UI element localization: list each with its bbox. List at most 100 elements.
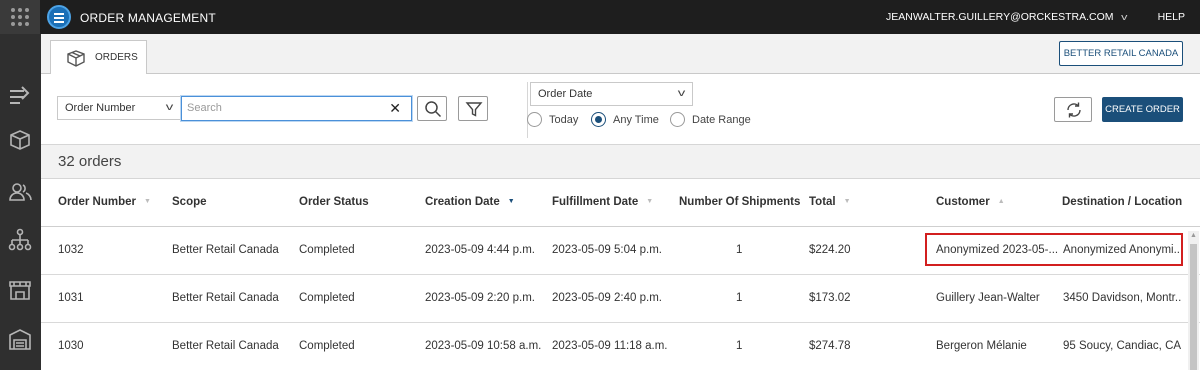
column-header-number-of-shipments: Number Of Shipments (679, 196, 800, 208)
radio-button-selected (591, 112, 606, 127)
highlight-box (925, 233, 1183, 266)
table-header: Order Number ▼ Scope Order Status Creatio… (41, 179, 1200, 227)
cell-status: Completed (299, 244, 355, 256)
cell-fulfillment-date: 2023-05-09 2:40 p.m. (552, 292, 662, 304)
table-row[interactable]: 1030 Better Retail Canada Completed 2023… (41, 324, 1200, 370)
left-nav (0, 34, 41, 370)
divider (527, 82, 528, 138)
user-email: JEANWALTER.GUILLERY@ORCKESTRA.COM (885, 11, 1114, 23)
cell-scope: Better Retail Canada (172, 244, 279, 256)
cell-total: $173.02 (809, 292, 851, 304)
user-menu[interactable]: JEANWALTER.GUILLERY@ORCKESTRA.COM v (885, 11, 1127, 23)
chevron-down-icon: v (165, 102, 174, 113)
help-link[interactable]: HELP (1158, 11, 1185, 23)
scrollbar-thumb[interactable] (1190, 244, 1197, 370)
cell-order-number: 1031 (58, 292, 84, 304)
radio-label: Today (549, 113, 579, 126)
table-scrollbar[interactable]: ▲ (1188, 231, 1199, 370)
grid-icon (11, 8, 29, 26)
inventory-icon[interactable] (7, 327, 33, 353)
chevron-down-icon: v (677, 88, 686, 99)
column-header-fulfillment-date[interactable]: Fulfillment Date ▼ (552, 196, 653, 208)
cell-creation-date: 2023-05-09 4:44 p.m. (425, 244, 535, 256)
create-order-button[interactable]: CREATE ORDER (1102, 97, 1183, 122)
arrow-right-icon[interactable] (7, 82, 33, 108)
cell-order-number: 1032 (58, 244, 84, 256)
cell-shipments: 1 (736, 244, 743, 256)
refresh-icon (1067, 102, 1081, 118)
tab-label: ORDERS (95, 52, 138, 63)
cell-shipments: 1 (736, 340, 743, 352)
cell-total: $274.78 (809, 340, 851, 352)
date-field-value: Order Date (538, 88, 593, 100)
search-field-value: Order Number (65, 102, 136, 114)
refresh-button[interactable] (1054, 97, 1092, 122)
radio-today[interactable]: Today (527, 112, 578, 127)
cell-creation-date: 2023-05-09 10:58 a.m. (425, 340, 542, 352)
cell-shipments: 1 (736, 292, 743, 304)
customers-icon[interactable] (7, 179, 33, 205)
column-header-order-number[interactable]: Order Number ▼ (58, 196, 151, 208)
radio-label: Any Time (613, 113, 659, 126)
app-launcher-button[interactable] (0, 0, 40, 34)
sort-down-icon: ▼ (143, 198, 151, 206)
column-label: Fulfillment Date (552, 196, 639, 208)
column-label: Scope (172, 196, 207, 208)
scope-selector-button[interactable]: BETTER RETAIL CANADA (1059, 41, 1183, 66)
cell-destination: 95 Soucy, Candiac, CA... (1063, 340, 1181, 352)
chevron-down-icon: v (1120, 12, 1127, 22)
tab-orders[interactable]: ORDERS (50, 40, 147, 75)
radio-button (527, 112, 542, 127)
column-label: Total (809, 196, 836, 208)
top-bar: ORDER MANAGEMENT JEANWALTER.GUILLERY@ORC… (0, 0, 1200, 34)
table-row[interactable]: 1031 Better Retail Canada Completed 2023… (41, 276, 1200, 323)
sort-down-icon: ▼ (646, 198, 654, 206)
main-content: ORDERS BETTER RETAIL CANADA Order Number… (41, 34, 1200, 370)
cell-total: $224.20 (809, 244, 851, 256)
table-row[interactable]: 1032 Better Retail Canada Completed 2023… (41, 228, 1200, 275)
radio-button (670, 112, 685, 127)
column-header-total[interactable]: Total ▼ (809, 196, 851, 208)
results-bar: 32 orders (41, 144, 1200, 179)
scroll-up-icon[interactable]: ▲ (1190, 232, 1197, 239)
app-logo-icon (47, 5, 71, 29)
tab-bar: ORDERS BETTER RETAIL CANADA (41, 34, 1200, 75)
cell-status: Completed (299, 340, 355, 352)
column-label: Order Status (299, 196, 369, 208)
column-header-order-status: Order Status (299, 196, 369, 208)
radio-date-range[interactable]: Date Range (670, 112, 751, 127)
search-icon (425, 101, 442, 118)
sort-down-icon: ▼ (507, 198, 515, 206)
package-icon (66, 49, 86, 67)
column-label: Order Number (58, 196, 136, 208)
filter-bar: Order Number v Search ✕ Order Date v Tod… (41, 74, 1200, 144)
cell-customer: Guillery Jean-Walter (936, 292, 1040, 304)
cell-customer: Bergeron Mélanie (936, 340, 1027, 352)
store-icon[interactable] (7, 277, 33, 303)
search-input[interactable]: Search ✕ (181, 96, 412, 121)
column-header-scope: Scope (172, 196, 207, 208)
column-header-creation-date[interactable]: Creation Date ▼ (425, 196, 515, 208)
cell-order-number: 1030 (58, 340, 84, 352)
radio-any-time[interactable]: Any Time (591, 112, 659, 127)
package-icon[interactable] (7, 127, 33, 153)
app-title: ORDER MANAGEMENT (80, 11, 216, 25)
filter-button[interactable] (458, 96, 488, 121)
sort-down-icon: ▼ (843, 198, 851, 206)
cell-scope: Better Retail Canada (172, 340, 279, 352)
column-header-customer[interactable]: Customer ▲ (936, 196, 1005, 208)
organization-icon[interactable] (7, 227, 33, 253)
search-field-select[interactable]: Order Number v (57, 96, 181, 120)
search-button[interactable] (417, 96, 447, 121)
radio-label: Date Range (692, 113, 751, 126)
clear-icon[interactable]: ✕ (389, 100, 401, 117)
column-label: Customer (936, 196, 990, 208)
results-count: 32 orders (58, 153, 122, 170)
cell-fulfillment-date: 2023-05-09 5:04 p.m. (552, 244, 662, 256)
filter-icon (465, 102, 483, 117)
date-field-select[interactable]: Order Date v (530, 82, 693, 106)
column-label: Creation Date (425, 196, 500, 208)
column-label: Number Of Shipments (679, 196, 801, 208)
cell-creation-date: 2023-05-09 2:20 p.m. (425, 292, 535, 304)
cell-fulfillment-date: 2023-05-09 11:18 a.m. (552, 340, 668, 352)
